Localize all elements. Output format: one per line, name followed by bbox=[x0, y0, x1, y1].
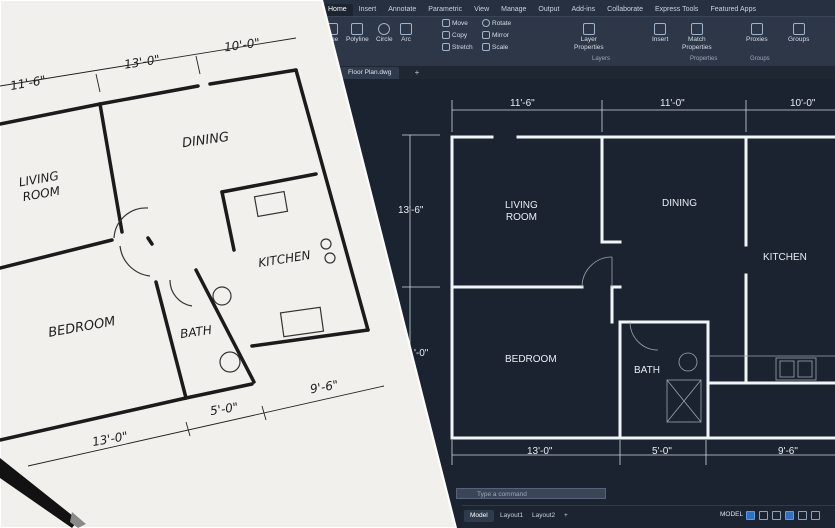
sketch-scene: LIVING ROOM DINING KITCHEN BEDROOM BATH … bbox=[0, 0, 835, 528]
paper-sketch bbox=[0, 0, 458, 528]
